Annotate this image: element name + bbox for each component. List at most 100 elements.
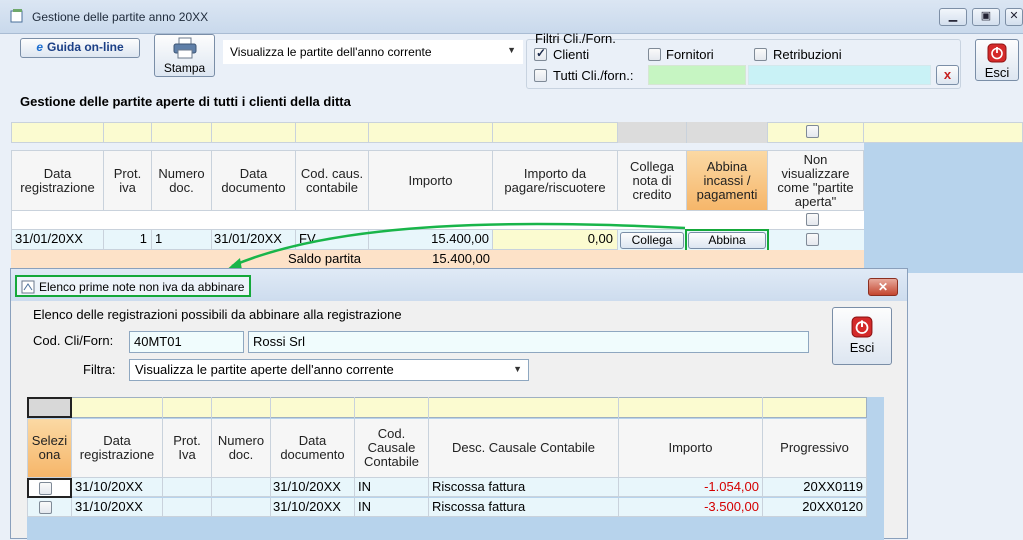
dialog-app-icon (21, 280, 35, 294)
retribuzioni-label: Retribuzioni (773, 47, 842, 62)
clifor-name-input[interactable]: Rossi Srl (248, 331, 809, 353)
row2-importo: -3.500,00 (619, 498, 763, 517)
clear-icon: x (943, 67, 952, 82)
dlg-col-header-desc-causale[interactable]: Desc. Causale Contabile (429, 419, 619, 478)
stampa-label: Stampa (163, 61, 206, 75)
grid-filter-row (11, 122, 1023, 143)
row2-progressivo: 20XX0120 (763, 498, 867, 517)
guida-online-label: Guida on-line (47, 40, 124, 54)
row2-data-registrazione: 31/10/20XX (72, 498, 163, 517)
exit-icon (851, 316, 873, 338)
stampa-button[interactable]: Stampa (154, 34, 215, 77)
col-header-data-registrazione[interactable]: Data registrazione (11, 150, 104, 211)
row2-causale: IN (355, 498, 429, 517)
row2-prot-iva (163, 498, 212, 517)
filtri-label: Filtri Cli./Forn. (535, 31, 616, 46)
cod-clifor-label: Cod. Cli/Forn: (33, 333, 114, 348)
clienti-checkbox[interactable] (534, 46, 547, 61)
dialog-filter-corner (27, 397, 72, 418)
app-icon (10, 9, 23, 23)
filtra-value: Visualizza le partite aperte dell'anno c… (135, 362, 394, 377)
filter-row-nonvisualizzare-checkbox[interactable] (806, 125, 819, 138)
filtra-label: Filtra: (83, 362, 116, 377)
dialog-titlebar: Elenco prime note non iva da abbinare ✕ (11, 269, 907, 301)
clear-filter-button[interactable]: x (936, 65, 959, 85)
row2-select-checkbox[interactable] (39, 501, 52, 514)
filter-row-grey-cells (617, 122, 767, 143)
col-header-importo[interactable]: Importo (369, 150, 493, 211)
row2-numero-doc (212, 498, 271, 517)
esci-button[interactable]: Esci (975, 39, 1019, 81)
retribuzioni-checkbox[interactable] (754, 48, 767, 61)
row-prot-iva: 1 (104, 230, 152, 250)
name-clifor-filter-input[interactable] (748, 65, 931, 85)
grid-empty-area (864, 143, 1023, 273)
row1-desc-causale: Riscossa fattura (429, 478, 619, 497)
col-header-non-visualizzare[interactable]: Non visualizzare come "partite aperta" (768, 150, 864, 211)
guida-online-button[interactable]: e Guida on-line (20, 38, 140, 58)
row-data-registrazione: 31/01/20XX (11, 230, 104, 250)
row1-causale: IN (355, 478, 429, 497)
row1-select-checkbox[interactable] (39, 482, 52, 495)
row1-numero-doc (212, 478, 271, 497)
col-header-collega[interactable]: Collega nota di credito (618, 150, 687, 211)
dialog-grid-filter-row (27, 397, 867, 418)
ie-icon: e (36, 40, 43, 54)
dlg-col-header-data-registrazione[interactable]: Data registrazione (72, 419, 163, 478)
dlg-col-header-seleziona[interactable]: Selezi ona (27, 419, 72, 478)
dlg-col-header-numero-doc[interactable]: Numero doc. (212, 419, 271, 478)
row1-progressivo: 20XX0119 (763, 478, 867, 497)
annotation-arrow (224, 222, 686, 272)
clienti-label: Clienti (553, 47, 590, 62)
maximize-button[interactable]: ▣ (972, 8, 1000, 26)
subfilter-nonvisualizzare-checkbox[interactable] (806, 213, 819, 226)
col-header-data-documento[interactable]: Data documento (212, 150, 296, 211)
filtra-select[interactable]: Visualizza le partite aperte dell'anno c… (129, 359, 529, 381)
row1-data-documento: 31/10/20XX (271, 478, 355, 497)
dlg-col-header-prot-iva[interactable]: Prot. Iva (163, 419, 212, 478)
dialog-close-button[interactable]: ✕ (868, 278, 898, 296)
dialog-title: Elenco prime note non iva da abbinare (39, 280, 245, 294)
col-header-importo-da-pagare[interactable]: Importo da pagare/riscuotere (493, 150, 618, 211)
printer-icon (173, 37, 196, 59)
fornitori-label: Fornitori (666, 47, 714, 62)
row-nonvisualizzare-checkbox[interactable] (806, 233, 819, 246)
col-header-prot-iva[interactable]: Prot. iva (104, 150, 152, 211)
col-header-numero-doc[interactable]: Numero doc. (152, 150, 212, 211)
cod-clifor-filter-input[interactable] (648, 65, 746, 85)
view-year-value: Visualizza le partite dell'anno corrente (230, 45, 432, 59)
col-header-abbina[interactable]: Abbina incassi / pagamenti (687, 150, 768, 211)
row2-data-documento: 31/10/20XX (271, 498, 355, 517)
minimize-button[interactable]: ▁ (939, 8, 967, 26)
row1-importo: -1.054,00 (619, 478, 763, 497)
dropdown-arrow-icon: ▼ (507, 45, 516, 55)
row2-desc-causale: Riscossa fattura (429, 498, 619, 517)
close-icon: ✕ (877, 280, 889, 294)
window-titlebar: Gestione delle partite anno 20XX ▁ ▣ ✕ (0, 0, 1023, 34)
dialog-esci-button[interactable]: Esci (832, 307, 892, 365)
fornitori-checkbox[interactable] (648, 48, 661, 61)
tutti-clienti-checkbox[interactable] (534, 69, 547, 82)
row1-prot-iva (163, 478, 212, 497)
cod-clifor-input[interactable]: 40MT01 (129, 331, 244, 353)
abbina-dialog: Elenco prime note non iva da abbinare ✕ … (10, 268, 908, 540)
dialog-esci-label: Esci (849, 340, 875, 355)
abbina-button[interactable]: Abbina (688, 232, 766, 249)
window-title: Gestione delle partite anno 20XX (32, 10, 209, 24)
close-window-button[interactable]: ✕ (1005, 8, 1023, 26)
dialog-title-highlight: Elenco prime note non iva da abbinare (15, 275, 251, 297)
exit-icon (987, 43, 1007, 63)
dlg-col-header-importo[interactable]: Importo (619, 419, 763, 478)
esci-label: Esci (984, 65, 1010, 80)
tutti-clienti-label: Tutti Cli./forn.: (553, 68, 634, 83)
dialog-subtitle: Elenco delle registrazioni possibili da … (33, 307, 402, 322)
dropdown-arrow-icon: ▼ (513, 364, 522, 374)
page-heading: Gestione delle partite aperte di tutti i… (20, 94, 351, 109)
view-year-select[interactable]: Visualizza le partite dell'anno corrente… (223, 40, 523, 64)
row-numero-doc: 1 (152, 230, 212, 250)
col-header-causale[interactable]: Cod. caus. contabile (296, 150, 369, 211)
dlg-col-header-data-documento[interactable]: Data documento (271, 419, 355, 478)
row1-data-registrazione: 31/10/20XX (72, 478, 163, 497)
dlg-col-header-cod-causale[interactable]: Cod. Causale Contabile (355, 419, 429, 478)
dlg-col-header-progressivo[interactable]: Progressivo (763, 419, 867, 478)
